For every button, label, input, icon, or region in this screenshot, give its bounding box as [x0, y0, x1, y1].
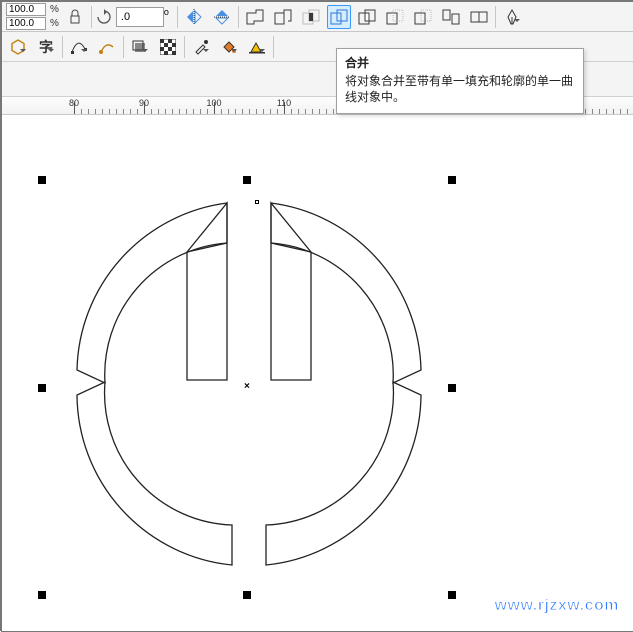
text-tool-button[interactable]: 字: [34, 35, 58, 59]
canvas[interactable]: × www.rjzxw.com: [2, 115, 633, 631]
separator: [177, 6, 178, 28]
separator: [184, 36, 185, 58]
mirror-horizontal-button[interactable]: [182, 5, 206, 29]
selection-handle[interactable]: [448, 176, 456, 184]
separator: [91, 6, 92, 28]
separator: [495, 6, 496, 28]
selection-handle[interactable]: [38, 591, 46, 599]
boundary-icon: [414, 9, 432, 25]
property-bar: 100.0 % 100.0 % .0 o: [2, 2, 633, 32]
rotation-field[interactable]: .0: [116, 7, 164, 27]
node-handle[interactable]: [255, 200, 259, 204]
polygon-tool-button[interactable]: [6, 35, 30, 59]
separator: [273, 36, 274, 58]
ruler-number: 90: [139, 98, 149, 108]
break-apart-icon: [470, 9, 488, 25]
trim-button[interactable]: [271, 5, 295, 29]
selection-center[interactable]: ×: [244, 384, 250, 390]
hexagon-icon: [9, 38, 27, 56]
eyedropper-button[interactable]: [189, 35, 213, 59]
tooltip-title: 合并: [345, 55, 575, 71]
selection-handle[interactable]: [38, 176, 46, 184]
intersect-icon: [302, 9, 320, 25]
simplify-button[interactable]: [327, 5, 351, 29]
selection-handle[interactable]: [448, 591, 456, 599]
pen-nib-icon: [505, 9, 519, 25]
ruler-number: 110: [277, 98, 291, 108]
lock-ratio-button[interactable]: [63, 5, 87, 29]
canvas-artwork: [2, 115, 633, 632]
ruler-number: 100: [206, 98, 221, 108]
combine-icon: [442, 9, 460, 25]
arc-bottom-left[interactable]: [77, 382, 232, 565]
pct-label-y: %: [50, 18, 59, 29]
separator: [123, 36, 124, 58]
selection-handle[interactable]: [243, 176, 251, 184]
checker-icon: [160, 39, 176, 55]
back-minus-front-button[interactable]: [383, 5, 407, 29]
separator: [62, 36, 63, 58]
drop-shadow-button[interactable]: [128, 35, 152, 59]
simplify-icon: [330, 9, 348, 25]
smart-fill-icon: [248, 39, 266, 55]
front-minus-back-icon: [358, 9, 376, 25]
watermark: www.rjzxw.com: [495, 597, 619, 615]
scale-y-field[interactable]: 100.0: [6, 17, 46, 30]
weld-icon: [246, 9, 264, 25]
tooltip-body: 将对象合并至带有单一填充和轮廓的单一曲线对象中。: [345, 73, 575, 105]
degree-symbol: o: [164, 7, 169, 17]
selection-handle[interactable]: [38, 384, 46, 392]
text-icon: 字: [39, 37, 53, 57]
selection-handle[interactable]: [448, 384, 456, 392]
curve-icon: [99, 39, 115, 55]
selection-handle[interactable]: [243, 591, 251, 599]
blade-right[interactable]: [271, 203, 311, 380]
mirror-horizontal-icon: [185, 9, 203, 25]
lock-icon: [68, 8, 82, 26]
scale-x-field[interactable]: 100.0: [6, 3, 46, 16]
fill-bucket-icon: [221, 39, 237, 55]
mirror-vertical-icon: [214, 8, 230, 26]
pct-label-x: %: [50, 4, 59, 15]
freehand-tool-button[interactable]: [67, 35, 91, 59]
rotate-icon: [96, 9, 112, 25]
combine-button[interactable]: [439, 5, 463, 29]
smooth-tool-button[interactable]: [95, 35, 119, 59]
break-apart-button[interactable]: [467, 5, 491, 29]
outline-pen-button[interactable]: [500, 5, 524, 29]
shadow-icon: [131, 39, 149, 55]
transparency-button[interactable]: [156, 35, 180, 59]
front-minus-back-button[interactable]: [355, 5, 379, 29]
boundary-button[interactable]: [411, 5, 435, 29]
eyedropper-icon: [193, 39, 209, 55]
scale-group: 100.0 % 100.0 %: [6, 3, 59, 31]
weld-button[interactable]: [243, 5, 267, 29]
trim-icon: [274, 9, 292, 25]
blade-left[interactable]: [187, 203, 227, 380]
back-minus-front-icon: [386, 9, 404, 25]
tooltip: 合并 将对象合并至带有单一填充和轮廓的单一曲线对象中。: [336, 48, 584, 114]
ruler-number: 80: [69, 98, 79, 108]
interactive-fill-button[interactable]: [217, 35, 241, 59]
smart-fill-button[interactable]: [245, 35, 269, 59]
freehand-icon: [70, 39, 88, 55]
intersect-button[interactable]: [299, 5, 323, 29]
arc-bottom-right[interactable]: [266, 382, 421, 565]
mirror-vertical-button[interactable]: [210, 5, 234, 29]
separator: [238, 6, 239, 28]
